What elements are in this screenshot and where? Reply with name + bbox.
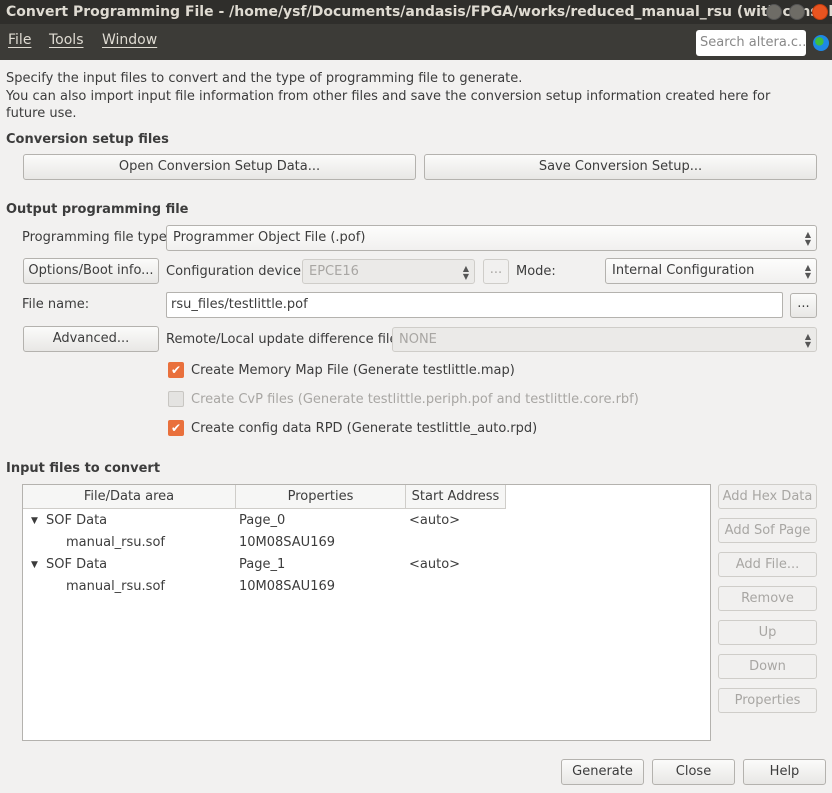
column-header[interactable]: Start Address <box>406 485 506 509</box>
cell: Page_1 <box>239 557 286 572</box>
options-boot-button[interactable]: Options/Boot info... <box>23 258 159 284</box>
help-button[interactable]: Help <box>743 759 826 785</box>
minimize-button[interactable] <box>766 4 782 20</box>
window-title: Convert Programming File - /home/ysf/Doc… <box>6 4 832 20</box>
search-input[interactable]: Search altera.c... <box>696 30 806 56</box>
remote-file-select[interactable]: NONE ▲ ▼ <box>392 327 817 352</box>
memory-map-checkbox[interactable]: ✔ <box>168 362 184 378</box>
config-browse-button[interactable]: ... <box>483 259 509 284</box>
rpd-checkbox[interactable]: ✔ <box>168 420 184 436</box>
section-heading: Input files to convert <box>6 461 161 476</box>
open-setup-button[interactable]: Open Conversion Setup Data... <box>23 154 416 180</box>
title-bar: Convert Programming File - /home/ysf/Doc… <box>0 0 832 24</box>
config-device-value: EPCE16 <box>309 264 359 279</box>
add-file-button[interactable]: Add File... <box>718 552 817 577</box>
cell: 10M08SAU169 <box>239 579 336 594</box>
section-heading: Output programming file <box>6 202 189 217</box>
close-button[interactable]: Close <box>652 759 735 785</box>
config-device-label: Configuration device: <box>166 264 306 279</box>
table-row[interactable]: ▼ SOF Data Page_0 <auto> <box>23 510 710 532</box>
cvp-checkbox[interactable] <box>168 391 184 407</box>
input-files-table[interactable]: File/Data area Properties Start Address … <box>22 484 711 741</box>
cell: manual_rsu.sof <box>66 535 165 550</box>
maximize-button[interactable] <box>789 4 805 20</box>
properties-button[interactable]: Properties <box>718 688 817 713</box>
file-name-input[interactable]: rsu_files/testlittle.pof <box>166 292 783 318</box>
column-header[interactable]: Properties <box>236 485 406 509</box>
mode-select[interactable]: Internal Configuration ▲ ▼ <box>605 258 817 284</box>
mode-label: Mode: <box>516 264 556 279</box>
cell: <auto> <box>409 557 461 572</box>
cell: SOF Data <box>46 557 108 572</box>
generate-button[interactable]: Generate <box>561 759 644 785</box>
file-name-label: File name: <box>22 297 90 312</box>
spin-arrows-icon: ▲ ▼ <box>804 263 811 280</box>
checkbox-label: Create config data RPD (Generate testlit… <box>191 421 538 436</box>
file-type-select[interactable]: Programmer Object File (.pof) ▲ ▼ <box>166 225 817 251</box>
add-hex-data-button[interactable]: Add Hex Data <box>718 484 817 509</box>
intro-text: future use. <box>6 106 77 121</box>
add-sof-page-button[interactable]: Add Sof Page <box>718 518 817 543</box>
file-browse-button[interactable]: ... <box>790 293 817 318</box>
remote-label: Remote/Local update difference file: <box>166 332 402 347</box>
checkbox-label: Create CvP files (Generate testlittle.pe… <box>191 392 639 407</box>
table-row[interactable]: manual_rsu.sof 10M08SAU169 <box>23 532 710 554</box>
cell: <auto> <box>409 513 461 528</box>
down-button[interactable]: Down <box>718 654 817 679</box>
save-setup-button[interactable]: Save Conversion Setup... <box>424 154 817 180</box>
spin-arrows-icon: ▲ ▼ <box>804 230 811 247</box>
expand-arrow-icon[interactable]: ▼ <box>31 516 38 526</box>
expand-arrow-icon[interactable]: ▼ <box>31 560 38 570</box>
menu-window[interactable]: Window <box>102 32 157 48</box>
cell: manual_rsu.sof <box>66 579 165 594</box>
intro-text: Specify the input files to convert and t… <box>6 71 523 86</box>
advanced-button[interactable]: Advanced... <box>23 326 159 352</box>
cell: SOF Data <box>46 513 108 528</box>
table-row[interactable]: ▼ SOF Data Page_1 <auto> <box>23 554 710 576</box>
remove-button[interactable]: Remove <box>718 586 817 611</box>
intro-text: You can also import input file informati… <box>6 89 771 104</box>
remote-file-value: NONE <box>399 332 437 347</box>
file-type-value: Programmer Object File (.pof) <box>173 230 366 245</box>
up-button[interactable]: Up <box>718 620 817 645</box>
type-label: Programming file type: <box>22 230 172 245</box>
menu-file[interactable]: File <box>8 32 31 48</box>
checkbox-label: Create Memory Map File (Generate testlit… <box>191 363 515 378</box>
section-heading: Conversion setup files <box>6 132 169 147</box>
column-header[interactable]: File/Data area <box>23 485 236 509</box>
menu-tools[interactable]: Tools <box>49 32 84 48</box>
globe-icon[interactable] <box>813 35 829 51</box>
config-device-select[interactable]: EPCE16 ▲ ▼ <box>302 259 475 284</box>
cell: Page_0 <box>239 513 286 528</box>
close-window-button[interactable] <box>812 4 828 20</box>
cell: 10M08SAU169 <box>239 535 336 550</box>
table-row[interactable]: manual_rsu.sof 10M08SAU169 <box>23 576 710 598</box>
spin-arrows-icon: ▲ ▼ <box>804 332 811 349</box>
mode-value: Internal Configuration <box>612 263 755 278</box>
spin-arrows-icon: ▲ ▼ <box>462 264 469 281</box>
